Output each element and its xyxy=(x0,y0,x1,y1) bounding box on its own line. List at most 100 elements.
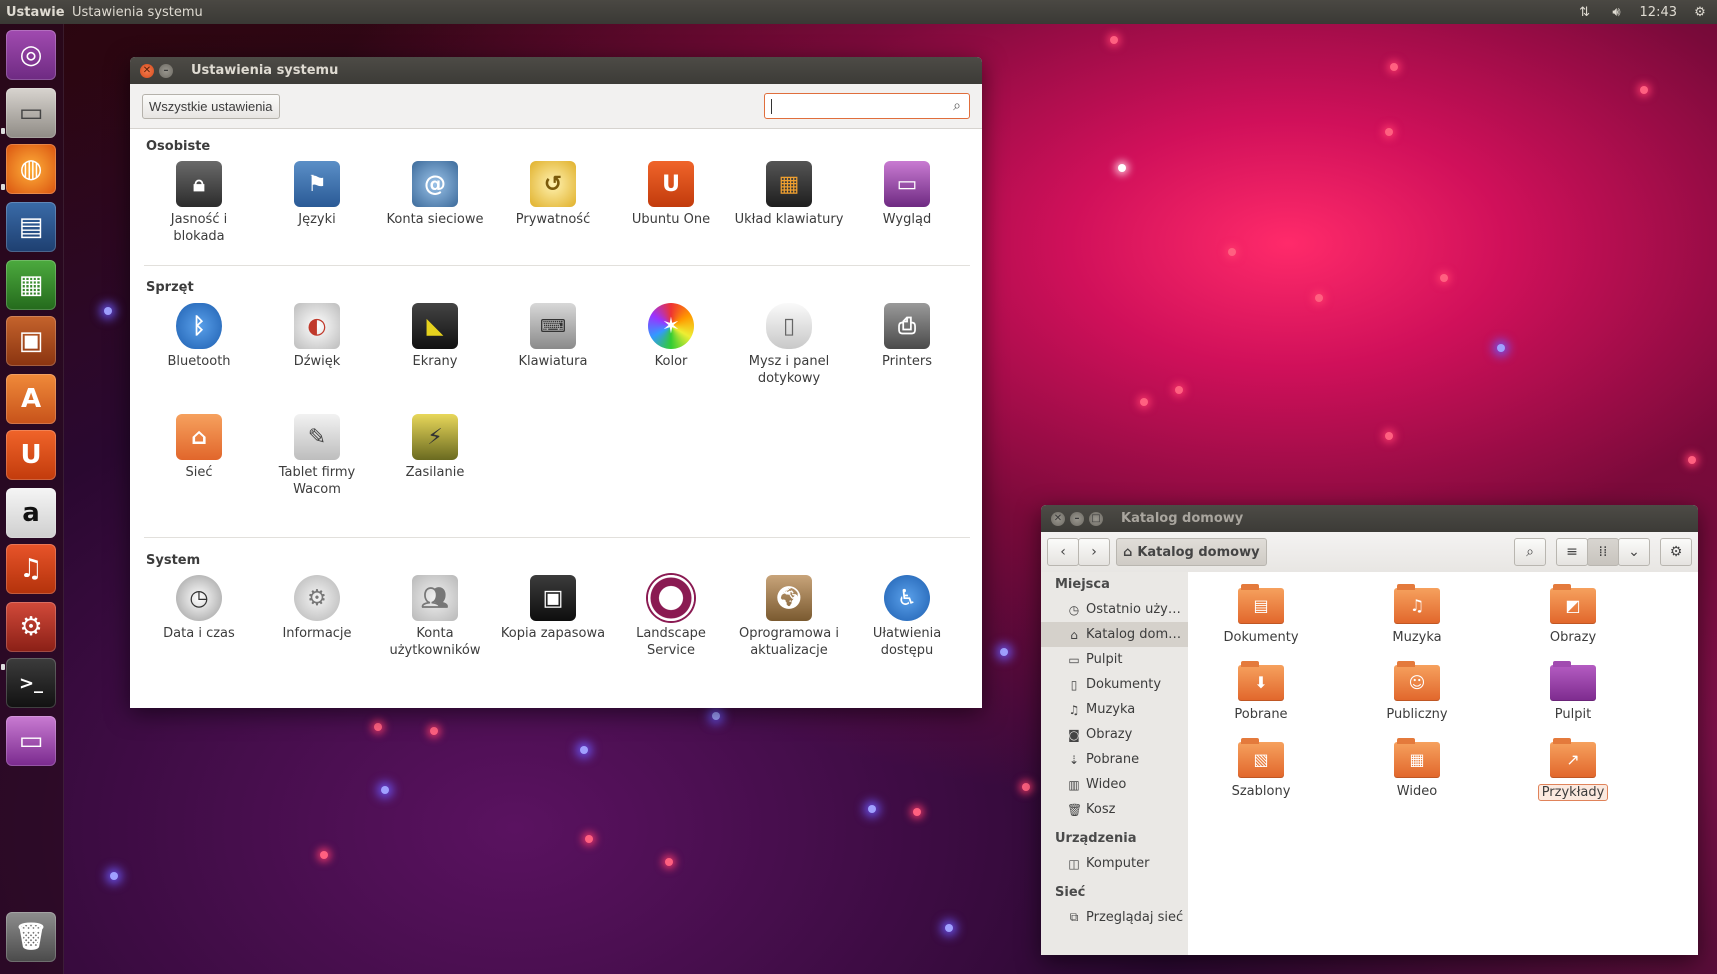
software-center-icon[interactable]: A xyxy=(6,374,56,424)
sidebar-item-documents[interactable]: ▯ Dokumenty xyxy=(1041,672,1188,697)
back-button[interactable]: ‹ xyxy=(1047,538,1079,566)
folder-downloads-icon: ⬇ xyxy=(1238,661,1284,701)
list-view-button[interactable]: ≡ xyxy=(1556,538,1588,566)
settings-item-languages[interactable]: ⚑ Języki xyxy=(262,161,372,228)
trash-icon: 🗑︎ xyxy=(1067,802,1083,817)
software-updates-icon: 🌍︎ xyxy=(766,575,812,621)
settings-titlebar[interactable]: ✕ – Ustawienia systemu xyxy=(130,57,982,84)
sidebar-item-music[interactable]: ♫ Muzyka xyxy=(1041,697,1188,722)
terminal-icon[interactable]: >_ xyxy=(6,658,56,708)
wallpaper-light xyxy=(320,851,328,859)
settings-item-landscape[interactable]: Landscape Service xyxy=(616,575,726,659)
wallpaper-light xyxy=(1118,164,1126,172)
sidebar-item-videos[interactable]: ▥ Wideo xyxy=(1041,772,1188,797)
section-separator xyxy=(144,265,970,266)
files-icon[interactable]: ▭ xyxy=(6,88,56,138)
volume-indicator-icon[interactable]: 🔊︎ xyxy=(1608,5,1626,20)
list-icon: ≡ xyxy=(1566,544,1578,560)
folder-item-music[interactable]: ♫ Muzyka xyxy=(1357,584,1477,645)
folder-item-examples[interactable]: ↗ Przykłady xyxy=(1513,738,1633,801)
maximize-icon[interactable]: □ xyxy=(1089,511,1103,526)
active-window-title: Ustawienia systemu xyxy=(72,4,203,20)
item-label: Landscape Service xyxy=(636,626,706,658)
sidebar-header-places: Miejsca xyxy=(1055,577,1110,592)
writer-icon[interactable]: ▤ xyxy=(6,202,56,252)
item-label: Konta sieciowe xyxy=(386,212,484,227)
sidebar-item-trash[interactable]: 🗑︎ Kosz xyxy=(1041,797,1188,822)
amazon-icon[interactable]: a xyxy=(6,488,56,538)
grid-view-button[interactable]: ⁞⁞ xyxy=(1587,538,1619,566)
settings-menu-button[interactable]: ⚙ xyxy=(1660,538,1692,566)
settings-item-displays[interactable]: ◣ Ekrany xyxy=(380,303,490,370)
settings-item-accessibility[interactable]: ♿︎ Ułatwienia dostępu xyxy=(852,575,962,659)
sidebar-item-computer[interactable]: ◫ Komputer xyxy=(1041,851,1188,876)
ubuntu-one-music-icon[interactable]: ♫ xyxy=(6,544,56,594)
folder-item-documents[interactable]: ▤ Dokumenty xyxy=(1201,584,1321,645)
folder-item-desktop[interactable]: Pulpit xyxy=(1513,661,1633,722)
folder-item-downloads[interactable]: ⬇ Pobrane xyxy=(1201,661,1321,722)
system-settings-window: ✕ – Ustawienia systemu Wszystkie ustawie… xyxy=(130,57,982,708)
sidebar-item-home[interactable]: ⌂ Katalog dom… xyxy=(1041,622,1188,647)
settings-item-brightness-lock[interactable]: 🔒︎ Jasność i blokada xyxy=(144,161,254,245)
close-icon[interactable]: ✕ xyxy=(1051,511,1065,526)
folder-emblem: ◩ xyxy=(1565,596,1581,615)
settings-item-software-updates[interactable]: 🌍︎ Oprogramowa i aktualizacje xyxy=(734,575,844,659)
sidebar-item-recent[interactable]: ◷ Ostatnio uży… xyxy=(1041,597,1188,622)
settings-item-color[interactable]: ✶ Kolor xyxy=(616,303,726,370)
sidebar-item-desktop[interactable]: ▭ Pulpit xyxy=(1041,647,1188,672)
minimize-icon[interactable]: – xyxy=(159,63,173,78)
settings-item-date-time[interactable]: ◷ Data i czas xyxy=(144,575,254,642)
section-title-system: System xyxy=(146,553,201,568)
minimize-icon[interactable]: – xyxy=(1070,511,1084,526)
sidebar-item-downloads[interactable]: ⇣ Pobrane xyxy=(1041,747,1188,772)
view-options-button[interactable]: ⌄ xyxy=(1618,538,1650,566)
firefox-icon[interactable]: ◍ xyxy=(6,144,56,194)
settings-item-bluetooth[interactable]: ᛒ Bluetooth xyxy=(144,303,254,370)
settings-item-power[interactable]: ⚡ Zasilanie xyxy=(380,414,490,481)
breadcrumb-home[interactable]: ⌂ Katalog domowy xyxy=(1116,538,1267,566)
settings-search-input[interactable]: ⌕ xyxy=(764,93,970,119)
settings-item-user-accounts[interactable]: 👥︎ Konta użytkowników xyxy=(380,575,490,659)
settings-item-wacom-tablet[interactable]: ✎ Tablet firmy Wacom xyxy=(262,414,372,498)
settings-item-details[interactable]: ⚙ Informacje xyxy=(262,575,372,642)
calc-icon[interactable]: ▦ xyxy=(6,260,56,310)
item-label: Dźwięk xyxy=(293,354,341,369)
settings-item-sound[interactable]: ◐ Dźwięk xyxy=(262,303,372,370)
session-gear-icon[interactable]: ⚙ xyxy=(1691,5,1709,20)
settings-item-appearance[interactable]: ▭ Wygląd xyxy=(852,161,962,228)
network-indicator-icon[interactable]: ⇅ xyxy=(1576,5,1594,20)
close-icon[interactable]: ✕ xyxy=(140,63,154,78)
clock[interactable]: 12:43 xyxy=(1640,5,1677,20)
wallpaper-light xyxy=(585,835,593,843)
sidebar-header-network: Sieć xyxy=(1055,885,1086,900)
folder-item-pictures[interactable]: ◩ Obrazy xyxy=(1513,584,1633,645)
trash-icon[interactable]: 🗑︎ xyxy=(6,912,56,962)
folder-item-public[interactable]: ☺ Publiczny xyxy=(1357,661,1477,722)
system-settings-icon[interactable]: ⚙ xyxy=(6,602,56,652)
item-label: Klawiatura xyxy=(518,354,588,369)
search-button[interactable]: ⌕ xyxy=(1514,538,1546,566)
folder-item-videos[interactable]: ▦ Wideo xyxy=(1357,738,1477,799)
ubuntu-dash-icon[interactable]: ◎ xyxy=(6,30,56,80)
all-settings-button[interactable]: Wszystkie ustawienia xyxy=(142,93,280,119)
impress-icon[interactable]: ▣ xyxy=(6,316,56,366)
item-label: Prywatność xyxy=(515,212,591,227)
network-icon: ⌂ xyxy=(176,414,222,460)
settings-item-keyboard[interactable]: ⌨ Klawiatura xyxy=(498,303,608,370)
settings-item-network[interactable]: ⌂ Sieć xyxy=(144,414,254,481)
settings-item-ubuntu-one[interactable]: U Ubuntu One xyxy=(616,161,726,228)
forward-button[interactable]: › xyxy=(1078,538,1110,566)
files-titlebar[interactable]: ✕ – □ Katalog domowy xyxy=(1041,505,1698,532)
folder-item-templates[interactable]: ▧ Szablony xyxy=(1201,738,1321,799)
settings-item-keyboard-layout[interactable]: ▦ Układ klawiatury xyxy=(734,161,844,228)
settings-item-mouse-touchpad[interactable]: ▯ Mysz i panel dotykowy xyxy=(734,303,844,387)
settings-item-backup[interactable]: ▣ Kopia zapasowa xyxy=(498,575,608,642)
ubuntu-one-icon[interactable]: U xyxy=(6,430,56,480)
sidebar-item-browse-network[interactable]: ⧉ Przeglądaj sieć xyxy=(1041,905,1188,930)
settings-item-printers[interactable]: ⎙ Printers xyxy=(852,303,962,370)
settings-item-online-accounts[interactable]: @ Konta sieciowe xyxy=(380,161,490,228)
sidebar-item-pictures[interactable]: ◙ Obrazy xyxy=(1041,722,1188,747)
workspace-switcher-icon[interactable]: ▭ xyxy=(6,716,56,766)
settings-item-privacy[interactable]: ↺ Prywatność xyxy=(498,161,608,228)
recent-icon: ◷ xyxy=(1068,602,1080,617)
